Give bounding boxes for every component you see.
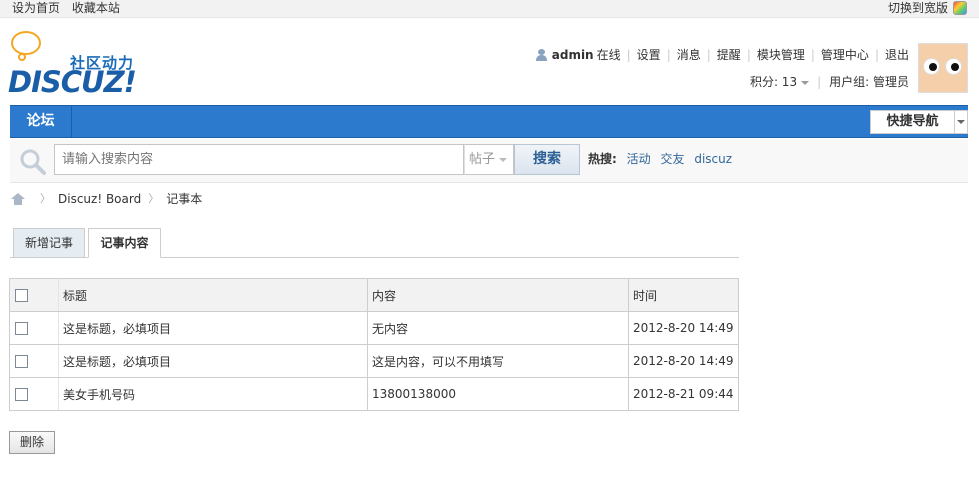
row-checkbox-cell: [9, 377, 59, 411]
note-time: 2012-8-20 14:49: [628, 311, 739, 345]
user-icon: [535, 49, 547, 61]
note-time: 2012-8-20 14:49: [628, 344, 739, 378]
table-row: 这是标题，必填项目 无内容 2012-8-20 14:49: [9, 311, 739, 345]
user-info: 积分: 13 | 用户组: 管理员: [750, 74, 909, 90]
search-bar: 帖子 搜索 热搜: 活动 交友 discuz: [10, 139, 968, 183]
admin-center-link[interactable]: 管理中心: [821, 47, 869, 63]
logo-brand: DISCUZ!: [8, 65, 137, 99]
breadcrumb-separator: 〉: [148, 192, 160, 205]
chevron-down-icon: [801, 80, 810, 85]
table-header-row: 标题 内容 时间: [9, 278, 739, 312]
divider: |: [706, 48, 711, 62]
divider: |: [817, 75, 822, 89]
top-bar-left: 设为首页 收藏本站: [12, 0, 128, 16]
settings-link[interactable]: 设置: [637, 47, 661, 63]
quick-nav-label: 快捷导航: [871, 111, 955, 133]
top-bar: 设为首页 收藏本站 切换到宽版: [0, 0, 979, 18]
divider: |: [746, 48, 751, 62]
search-input[interactable]: [54, 144, 464, 175]
avatar[interactable]: [918, 43, 968, 93]
credits-menu[interactable]: 积分: 13: [749, 74, 810, 90]
home-icon[interactable]: [11, 192, 25, 206]
divider: |: [626, 48, 631, 62]
table-row: 美女手机号码 13800138000 2012-8-21 09:44: [9, 377, 739, 411]
search-type-select[interactable]: 帖子: [464, 144, 514, 175]
tab-new-note[interactable]: 新增记事: [13, 228, 85, 258]
top-bar-right: 切换到宽版: [888, 0, 967, 16]
note-title: 美女手机号码: [58, 377, 368, 411]
breadcrumb-separator: 〉: [40, 192, 51, 205]
divider: |: [666, 48, 671, 62]
column-header-time: 时间: [628, 278, 739, 312]
notes-table: 标题 内容 时间 这是标题，必填项目 无内容 2012-8-20 14:49 这…: [9, 278, 739, 411]
row-checkbox[interactable]: [15, 388, 28, 401]
site-logo[interactable]: 社区动力 DISCUZ!: [8, 31, 148, 101]
row-checkbox[interactable]: [15, 355, 28, 368]
hot-search-link[interactable]: discuz: [694, 152, 732, 166]
note-content: 13800138000: [367, 377, 629, 411]
note-content: 无内容: [367, 311, 629, 345]
chevron-down-icon: [499, 157, 508, 162]
user-nav: admin 在线 | 设置 | 消息 | 提醒 | 模块管理 | 管理中心 | …: [535, 47, 909, 63]
hot-search-label: 热搜:: [588, 152, 617, 166]
column-header-content: 内容: [367, 278, 629, 312]
avatar-eye: [923, 58, 940, 75]
tab-note-content[interactable]: 记事内容: [88, 228, 161, 258]
note-time: 2012-8-21 09:44: [628, 377, 739, 411]
note-tabs: 新增记事 记事内容: [10, 226, 739, 258]
user-group-link[interactable]: 用户组: 管理员: [829, 74, 909, 90]
username-link[interactable]: admin: [552, 47, 594, 63]
quick-nav-arrow[interactable]: [955, 111, 967, 133]
breadcrumb-board-link[interactable]: Discuz! Board: [58, 191, 141, 207]
divider: |: [810, 48, 815, 62]
quick-nav-button[interactable]: 快捷导航: [870, 110, 968, 134]
bookmark-link[interactable]: 收藏本站: [72, 1, 120, 15]
messages-link[interactable]: 消息: [677, 47, 701, 63]
row-checkbox[interactable]: [15, 322, 28, 335]
breadcrumb: 〉 Discuz! Board 〉 记事本: [11, 191, 202, 207]
column-header-title: 标题: [58, 278, 368, 312]
module-manage-link[interactable]: 模块管理: [757, 47, 805, 63]
palette-icon[interactable]: [953, 1, 967, 15]
row-checkbox-cell: [9, 344, 59, 378]
note-title: 这是标题，必填项目: [58, 311, 368, 345]
reminders-link[interactable]: 提醒: [717, 47, 741, 63]
search-button[interactable]: 搜索: [514, 144, 580, 175]
hot-search-link[interactable]: 活动: [627, 152, 651, 166]
note-content: 这是内容，可以不用填写: [367, 344, 629, 378]
select-all-cell: [9, 278, 59, 312]
credits-label: 积分: 13: [749, 75, 798, 89]
search-icon: [20, 149, 46, 175]
logo-bubble-tail-icon: [18, 53, 26, 61]
table-row: 这是标题，必填项目 这是内容，可以不用填写 2012-8-20 14:49: [9, 344, 739, 378]
online-status: 在线: [596, 48, 621, 62]
site-header: 社区动力 DISCUZ! admin 在线 | 设置 | 消息 | 提醒 | 模…: [0, 18, 979, 104]
search-type-label: 帖子: [469, 152, 496, 167]
select-all-checkbox[interactable]: [15, 289, 28, 302]
breadcrumb-current: 记事本: [166, 192, 203, 206]
main-nav: 论坛 快捷导航: [10, 105, 968, 138]
logo-bubble-icon: [11, 31, 41, 55]
logout-link[interactable]: 退出: [885, 47, 909, 63]
delete-button[interactable]: 删除: [9, 431, 55, 454]
hot-searches: 热搜: 活动 交友 discuz: [588, 151, 738, 167]
hot-search-link[interactable]: 交友: [660, 152, 684, 166]
divider: |: [874, 48, 879, 62]
nav-item-forum[interactable]: 论坛: [10, 106, 72, 137]
row-checkbox-cell: [9, 311, 59, 345]
avatar-eye: [945, 58, 962, 75]
switch-width-link[interactable]: 切换到宽版: [888, 0, 948, 16]
chevron-down-icon: [957, 120, 965, 124]
note-title: 这是标题，必填项目: [58, 344, 368, 378]
set-home-link[interactable]: 设为首页: [12, 1, 60, 15]
